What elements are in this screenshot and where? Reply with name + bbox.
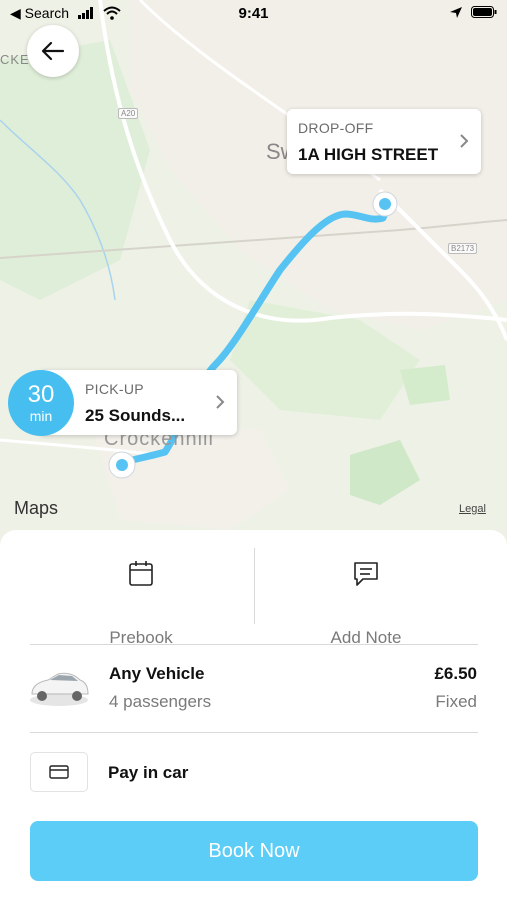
chevron-right-icon	[216, 395, 225, 409]
map-label-cke: CKE	[0, 52, 30, 67]
signal-icon	[78, 7, 93, 19]
eta-value: 30	[27, 381, 55, 408]
actions-divider	[254, 548, 255, 624]
calendar-icon	[129, 561, 153, 586]
booking-sheet: Prebook Add Note Any Vehicle 4 passenger…	[0, 530, 507, 900]
legal-link[interactable]: Legal	[459, 503, 486, 515]
fare-type: Fixed	[435, 692, 477, 711]
vehicle-row[interactable]	[0, 645, 507, 731]
back-button[interactable]	[27, 25, 79, 77]
vehicle-name: Any Vehicle	[109, 664, 205, 683]
add-note-button[interactable]: Add Note	[256, 555, 476, 647]
note-icon	[354, 562, 378, 586]
fare-price: £6.50	[434, 664, 477, 683]
map-view[interactable]: CKE Sw Crockenhill A20 B2173	[0, 0, 507, 545]
location-arrow-icon	[450, 7, 462, 18]
pickup-label: PICK-UP	[85, 381, 144, 397]
book-now-button[interactable]: Book Now	[30, 821, 478, 881]
dropoff-address: 1A HIGH STREET	[298, 145, 439, 164]
dropoff-callout[interactable]: DROP-OFF 1A HIGH STREET	[287, 109, 481, 174]
payment-method-box	[30, 752, 88, 792]
prebook-button[interactable]: Prebook	[31, 555, 251, 647]
credit-card-icon	[49, 765, 69, 779]
dropoff-label: DROP-OFF	[298, 120, 374, 136]
arrow-left-icon	[41, 41, 65, 61]
chevron-right-icon	[460, 134, 469, 148]
pickup-address: 25 Sounds...	[85, 406, 186, 425]
wifi-icon	[103, 6, 121, 20]
payment-label: Pay in car	[108, 763, 189, 782]
status-time: 9:41	[238, 5, 269, 22]
maps-logo: Maps	[14, 498, 59, 518]
eta-unit: min	[29, 408, 53, 424]
vehicle-passengers: 4 passengers	[109, 692, 212, 711]
map-background	[0, 0, 507, 545]
eta-badge: 30 min	[8, 370, 74, 436]
status-bar: ◀ Search 9:41	[0, 0, 507, 28]
battery-icon	[471, 6, 497, 18]
car-icon	[30, 672, 89, 706]
road-label-b2173: B2173	[448, 243, 478, 254]
road-label-a20: A20	[118, 108, 139, 119]
